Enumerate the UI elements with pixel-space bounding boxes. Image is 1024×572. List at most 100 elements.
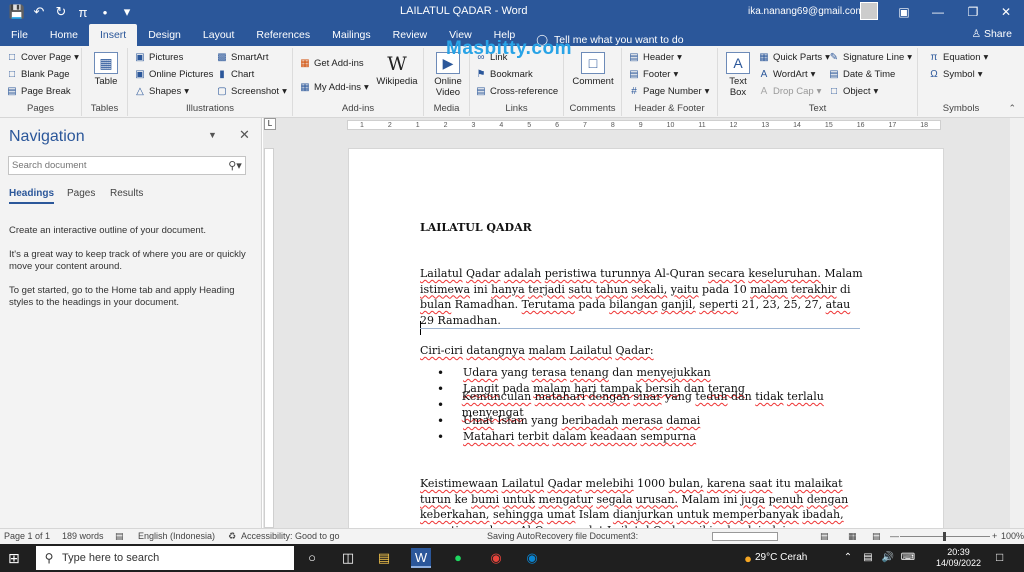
document-heading[interactable]: LAILATUL QADAR xyxy=(420,221,532,234)
minimize-icon[interactable]: — xyxy=(920,0,956,24)
footer-button[interactable]: ▤ Footer ▾ xyxy=(628,69,678,80)
tab-references[interactable]: References xyxy=(245,24,321,46)
object-button[interactable]: □ Object ▾ xyxy=(828,86,878,97)
save-icon[interactable]: 💾 xyxy=(6,4,28,20)
undo-icon[interactable]: ↶ xyxy=(28,4,50,20)
screenshot-button[interactable]: ▢ Screenshot ▾ xyxy=(216,86,287,97)
search-icon[interactable]: ⚲▾ xyxy=(225,159,245,172)
web-layout-icon[interactable]: ▤ xyxy=(872,531,881,542)
online-pictures-button[interactable]: ▣ Online Pictures xyxy=(134,69,213,80)
tab-pages[interactable]: Pages xyxy=(67,188,95,199)
taskbar-search[interactable]: ⚲ Type here to search xyxy=(36,546,294,570)
wordart-button[interactable]: A WordArt ▾ xyxy=(758,69,816,80)
page-break-button[interactable]: ▤ Page Break xyxy=(6,86,70,97)
pictures-button[interactable]: ▣ Pictures xyxy=(134,52,183,63)
autosave-status: Saving AutoRecovery file Document3: xyxy=(487,531,639,541)
ribbon-display-icon[interactable]: ▣ xyxy=(886,0,922,24)
signature-line-button[interactable]: ✎ Signature Line ▾ xyxy=(828,52,912,63)
word-count[interactable]: 189 words xyxy=(62,531,104,541)
zoom-out-icon[interactable]: — xyxy=(890,531,899,541)
tab-selector[interactable]: L xyxy=(264,118,276,130)
chevron-down-icon: ▾ xyxy=(816,86,822,97)
volume-icon[interactable]: 🔊 xyxy=(878,548,898,568)
chevron-down-icon[interactable]: ▼ xyxy=(208,130,217,140)
windows-start-icon[interactable]: ⊞ xyxy=(8,550,20,567)
blank-page-button[interactable]: □ Blank Page xyxy=(6,69,70,80)
list-item[interactable]: Udara yang terasa tenang dan menyejukkan xyxy=(429,365,869,381)
comment-button[interactable]: □ Comment xyxy=(569,52,617,87)
table-button[interactable]: ▦ Table xyxy=(91,52,121,87)
list-item[interactable]: Matahari terbit dalam keadaan sempurna xyxy=(429,429,869,445)
header-button[interactable]: ▤ Header ▾ xyxy=(628,52,682,63)
close-icon[interactable]: ✕ xyxy=(239,127,250,143)
zoom-slider-thumb[interactable] xyxy=(943,532,946,541)
date-time-button[interactable]: ▤ Date & Time xyxy=(828,69,895,80)
user-email[interactable]: ika.nanang69@gmail.com xyxy=(748,6,864,17)
list-intro[interactable]: Ciri-ciri datangnya malam Lailatul Qadar… xyxy=(420,343,865,359)
quick-parts-button[interactable]: ▦ Quick Parts ▾ xyxy=(758,52,830,63)
equation-label: Equation xyxy=(943,52,981,63)
network-icon[interactable]: ▤ xyxy=(858,548,878,568)
my-addins-button[interactable]: ▦ My Add-ins ▾ xyxy=(299,82,369,93)
cover-page-button[interactable]: □ Cover Page ▾ xyxy=(6,52,79,63)
file-explorer-icon[interactable]: ▤ xyxy=(374,548,394,568)
chevron-up-icon[interactable]: ⌃ xyxy=(838,548,858,568)
restore-icon[interactable]: ❐ xyxy=(955,0,991,24)
bullet-icon[interactable]: • xyxy=(94,5,116,20)
paragraph[interactable]: Lailatul Qadar adalah peristiwa turunnya… xyxy=(420,266,865,328)
list-item[interactable]: Kemunculan matahari dengan sinar yang te… xyxy=(429,390,869,419)
group-label-illustrations: Illustrations xyxy=(185,103,235,114)
language[interactable]: English (Indonesia) xyxy=(138,531,215,541)
focus-icon[interactable]: ▤ xyxy=(820,531,829,542)
drop-cap-icon: A xyxy=(760,86,768,97)
chart-button[interactable]: ▮ Chart xyxy=(216,69,254,80)
tab-insert[interactable]: Insert xyxy=(88,24,138,46)
weather-text[interactable]: 29°C Cerah xyxy=(755,552,807,563)
chrome-icon[interactable]: ◉ xyxy=(486,548,506,568)
proofing-icon[interactable]: ▤ xyxy=(115,531,124,542)
notification-icon[interactable]: □ xyxy=(996,550,1003,564)
spotify-icon[interactable]: ● xyxy=(448,548,468,568)
word-icon[interactable]: W xyxy=(411,548,431,568)
tab-home[interactable]: Home xyxy=(39,24,89,46)
print-layout-icon[interactable]: ▦ xyxy=(848,531,857,542)
vertical-scrollbar[interactable] xyxy=(1010,118,1024,528)
get-addins-button[interactable]: ▦ Get Add-ins xyxy=(299,58,363,69)
page-count[interactable]: Page 1 of 1 xyxy=(4,531,50,541)
drop-cap-button[interactable]: A Drop Cap ▾ xyxy=(758,86,822,97)
cortana-icon[interactable]: ○ xyxy=(302,548,322,568)
tab-design[interactable]: Design xyxy=(137,24,192,46)
share-button[interactable]: ♙ Share xyxy=(972,28,1012,40)
customize-icon[interactable]: ▾ xyxy=(116,4,138,20)
search-input[interactable] xyxy=(9,157,225,174)
text-box-button[interactable]: A Text Box xyxy=(722,52,754,98)
bookmark-button[interactable]: ⚑ Bookmark xyxy=(475,69,533,80)
clock[interactable]: 20:39 14/09/2022 xyxy=(936,547,981,569)
tab-layout[interactable]: Layout xyxy=(192,24,246,46)
close-icon[interactable]: ✕ xyxy=(988,0,1024,24)
smartart-button[interactable]: ▩ SmartArt xyxy=(216,52,268,63)
tab-file[interactable]: File xyxy=(0,24,39,46)
zoom-level[interactable]: 100% xyxy=(1001,531,1024,541)
tab-mailings[interactable]: Mailings xyxy=(321,24,382,46)
symbol-button[interactable]: Ω Symbol ▾ xyxy=(928,69,982,80)
tab-headings[interactable]: Headings xyxy=(9,188,55,204)
equation-button[interactable]: π Equation ▾ xyxy=(928,52,989,63)
zoom-in-icon[interactable]: + xyxy=(992,531,997,541)
tab-review[interactable]: Review xyxy=(382,24,438,46)
keyboard-icon[interactable]: ⌨ xyxy=(898,548,918,568)
page-number-button[interactable]: # Page Number ▾ xyxy=(628,86,709,97)
accessibility-status[interactable]: Accessibility: Good to go xyxy=(241,531,340,541)
redo-icon[interactable]: ↻ xyxy=(50,4,72,20)
edge-icon[interactable]: ◉ xyxy=(522,548,542,568)
collapse-ribbon-icon[interactable]: ⌃ xyxy=(1008,103,1016,114)
cross-reference-button[interactable]: ▤ Cross-reference xyxy=(475,86,558,97)
pi-icon[interactable]: π xyxy=(72,5,94,20)
tab-results[interactable]: Results xyxy=(110,188,143,199)
avatar[interactable] xyxy=(860,2,878,20)
horizontal-ruler[interactable]: 1 2 1 2 3 4 5 6 7 8 9 10 11 12 13 14 15 16 17 18 xyxy=(347,120,941,130)
wikipedia-button[interactable]: W Wikipedia xyxy=(375,52,419,87)
document-page[interactable]: LAILATUL QADAR Lailatul Qadar adalah per… xyxy=(348,148,944,548)
task-view-icon[interactable]: ◫ xyxy=(338,548,358,568)
shapes-button[interactable]: △ Shapes ▾ xyxy=(134,86,189,97)
